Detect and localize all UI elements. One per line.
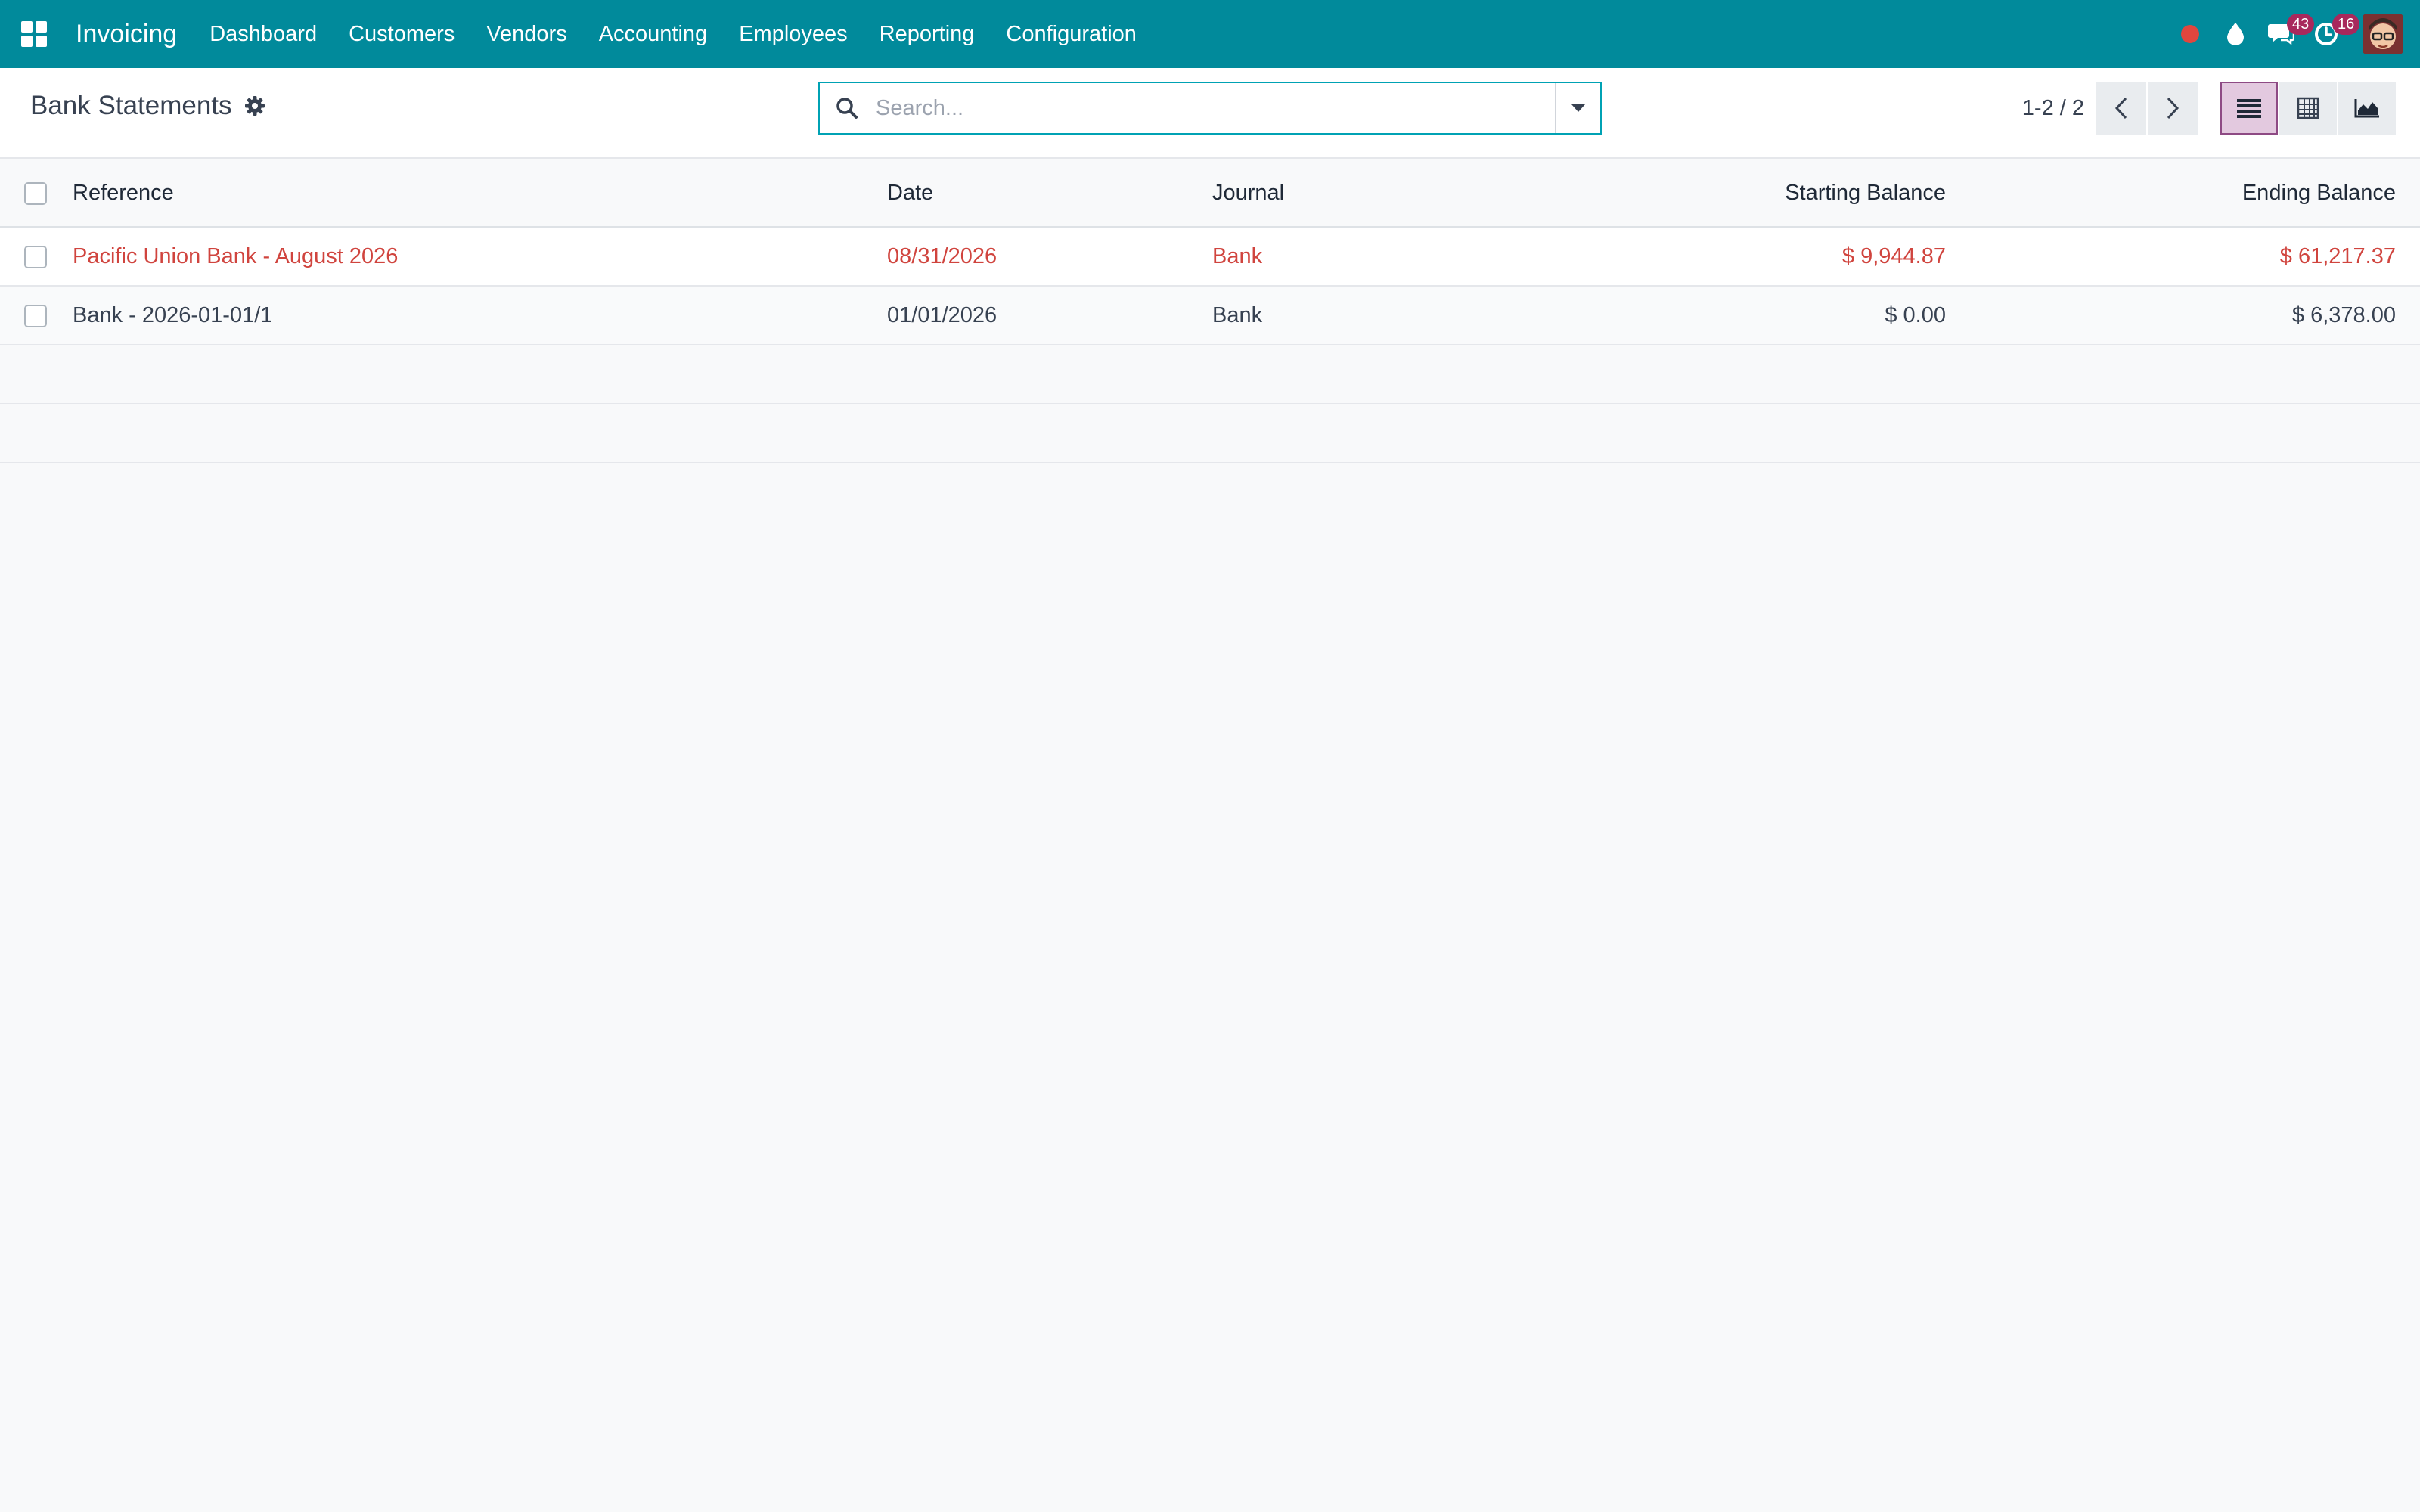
control-panel: Bank Statements Search... 1-2 / 2 [0,68,2420,159]
column-header-reference[interactable]: Reference [73,160,887,228]
select-all-checkbox[interactable] [24,182,47,206]
row-select-cell [0,286,73,345]
search-bar [818,82,1602,135]
menu-customers[interactable]: Customers [333,0,470,68]
page-title: Bank Statements [30,91,232,120]
list-view-button[interactable] [2220,82,2278,135]
column-header-date[interactable]: Date [887,160,1212,228]
table-row[interactable]: Pacific Union Bank - August 2026 08/31/2… [0,227,2420,287]
row-checkbox[interactable] [24,304,47,327]
search-icon [820,83,874,133]
cell-date[interactable]: 08/31/2026 [887,227,1212,287]
statements-table: Reference Date Journal Starting Balance … [0,160,2420,463]
record-status-icon[interactable] [2167,0,2213,68]
user-avatar[interactable] [2363,14,2403,54]
breadcrumb: Bank Statements [30,91,267,121]
row-select-cell [0,227,73,287]
view-switcher [2220,82,2396,135]
menu-configuration[interactable]: Configuration [990,0,1153,68]
list-view-icon [2237,99,2261,118]
search-input[interactable] [874,85,1555,131]
graph-view-button[interactable] [2338,82,2396,135]
pivot-view-button[interactable] [2279,82,2337,135]
drop-icon[interactable] [2213,0,2258,68]
empty-row [0,345,2420,404]
cell-ending-balance[interactable]: $ 61,217.37 [1946,227,2420,287]
column-header-journal[interactable]: Journal [1212,160,1515,228]
empty-row [0,404,2420,463]
menu-employees[interactable]: Employees [723,0,863,68]
table-row[interactable]: Bank - 2026-01-01/1 01/01/2026 Bank $ 0.… [0,286,2420,345]
table-header-row: Reference Date Journal Starting Balance … [0,160,2420,228]
pivot-view-icon [2297,97,2319,119]
cell-starting-balance[interactable]: $ 9,944.87 [1515,227,1946,287]
cell-journal[interactable]: Bank [1212,227,1515,287]
pager-previous-button[interactable] [2096,82,2146,135]
gear-icon[interactable] [243,94,267,118]
cell-reference[interactable]: Pacific Union Bank - August 2026 [73,227,887,287]
menu-reporting[interactable]: Reporting [864,0,991,68]
cell-journal[interactable]: Bank [1212,286,1515,345]
column-header-ending-balance[interactable]: Ending Balance [1946,160,2420,228]
messages-icon[interactable]: 43 [2258,0,2315,68]
bank-statements-list: Reference Date Journal Starting Balance … [0,160,2420,463]
search-options-toggle[interactable] [1555,83,1600,133]
cell-date[interactable]: 01/01/2026 [887,286,1212,345]
app-name[interactable]: Invoicing [76,20,177,49]
pager: 1-2 / 2 [2022,82,2198,135]
pager-value[interactable]: 1-2 / 2 [2022,96,2084,121]
cell-starting-balance[interactable]: $ 0.00 [1515,286,1946,345]
cell-reference[interactable]: Bank - 2026-01-01/1 [73,286,887,345]
systray: 43 16 [2167,0,2420,68]
pager-next-button[interactable] [2148,82,2198,135]
activities-badge: 16 [2332,14,2360,35]
cell-ending-balance[interactable]: $ 6,378.00 [1946,286,2420,345]
menu-vendors[interactable]: Vendors [470,0,582,68]
apps-menu-icon[interactable] [0,0,68,68]
top-navbar: Invoicing Dashboard Customers Vendors Ac… [0,0,2420,68]
select-all-cell [0,160,73,228]
activities-icon[interactable]: 16 [2304,0,2360,68]
row-checkbox[interactable] [24,245,47,268]
menu-accounting[interactable]: Accounting [583,0,724,68]
menu-dashboard[interactable]: Dashboard [194,0,333,68]
area-chart-icon [2354,99,2379,118]
column-header-starting-balance[interactable]: Starting Balance [1515,160,1946,228]
